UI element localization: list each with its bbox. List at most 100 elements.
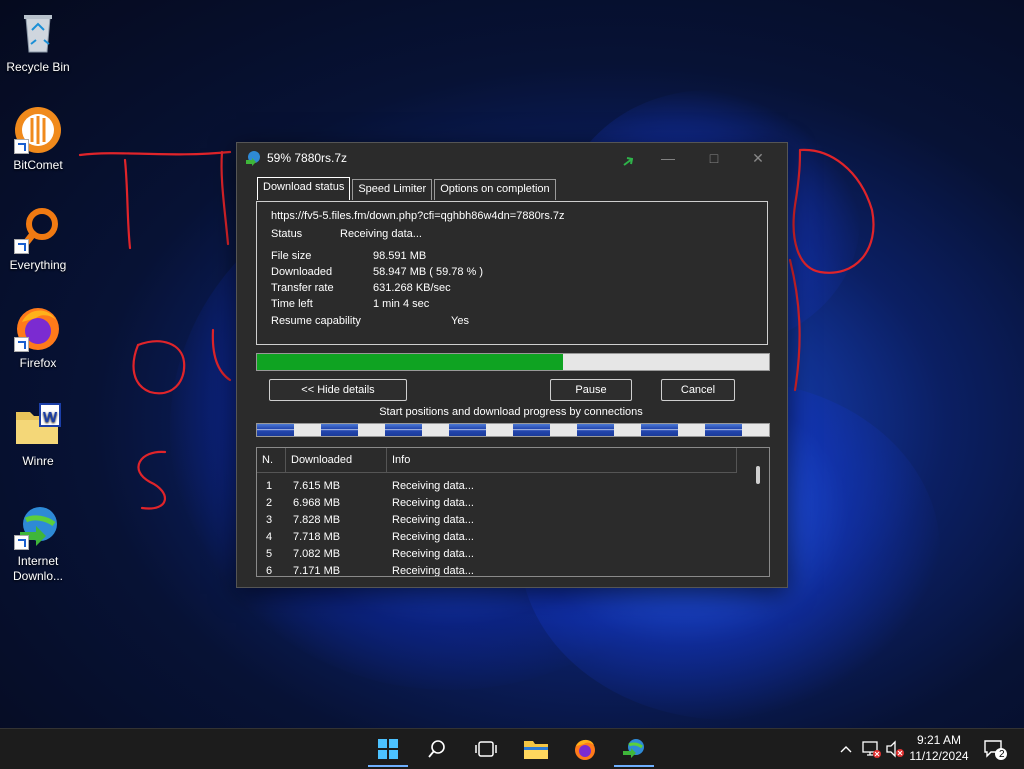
tab-options-on-completion[interactable]: Options on completion xyxy=(434,179,556,200)
clock-date: 11/12/2024 xyxy=(909,749,969,763)
info-key: Time left xyxy=(271,298,313,310)
shortcut-arrow-icon xyxy=(14,139,29,154)
desktop-icon-winre[interactable]: W Winre xyxy=(2,402,74,469)
firefox-icon xyxy=(14,304,62,352)
connection-segment xyxy=(576,424,615,436)
row-info: Receiving data... xyxy=(392,531,474,543)
volume-button[interactable] xyxy=(884,729,906,769)
table-row[interactable]: 3 7.828 MB Receiving data... xyxy=(257,512,737,529)
row-number: 3 xyxy=(266,514,273,526)
desktop-icon-firefox[interactable]: Firefox xyxy=(2,304,74,371)
table-row[interactable]: 1 7.615 MB Receiving data... xyxy=(257,478,737,495)
tab-bar: Download status Speed Limiter Options on… xyxy=(257,177,558,201)
tab-speed-limiter[interactable]: Speed Limiter xyxy=(352,179,433,200)
scrollbar-thumb[interactable] xyxy=(756,466,760,484)
connections-progress-bar xyxy=(256,423,770,437)
row-downloaded: 6.968 MB xyxy=(293,497,341,509)
volume-muted-icon xyxy=(886,740,904,758)
desktop-icon-internet-download-manager[interactable]: Internet Downlo... xyxy=(2,502,74,584)
download-progress-fill xyxy=(257,354,564,370)
taskbar-clock[interactable]: 9:21 AM 11/12/2024 xyxy=(904,732,974,764)
task-view-icon xyxy=(475,741,497,757)
row-info: Receiving data... xyxy=(392,565,474,577)
info-value: 1 min 4 sec xyxy=(373,298,430,310)
arrow-icon xyxy=(623,153,634,171)
connection-segment xyxy=(704,424,742,436)
folder-icon: W xyxy=(14,402,62,450)
connection-gap xyxy=(614,424,641,436)
recycle-bin-icon xyxy=(14,8,62,56)
desktop-icon-bitcomet[interactable]: BitComet xyxy=(2,106,74,173)
info-value: Yes xyxy=(451,315,469,327)
connection-gap xyxy=(358,424,385,436)
row-number: 2 xyxy=(266,497,273,509)
desktop-icon-label: Recycle Bin xyxy=(6,60,70,74)
pause-button[interactable]: Pause xyxy=(550,379,632,401)
desktop-icon-recycle-bin[interactable]: Recycle Bin xyxy=(2,8,74,75)
connection-segment xyxy=(384,424,423,436)
table-row[interactable]: 2 6.968 MB Receiving data... xyxy=(257,495,737,512)
table-row[interactable]: 5 7.082 MB Receiving data... xyxy=(257,546,737,563)
cancel-button[interactable]: Cancel xyxy=(661,379,735,401)
desktop-icon-everything[interactable]: Everything xyxy=(2,206,74,273)
row-info: Receiving data... xyxy=(392,548,474,560)
column-header-number[interactable]: N. xyxy=(257,448,286,472)
connections-list-header: N. Downloaded Info xyxy=(257,448,737,473)
maximize-button[interactable]: □ xyxy=(691,143,737,173)
file-explorer-icon xyxy=(524,741,548,759)
connection-segment xyxy=(512,424,551,436)
search-button[interactable] xyxy=(417,731,457,767)
search-icon xyxy=(428,740,445,758)
task-view-button[interactable] xyxy=(466,731,506,767)
row-info: Receiving data... xyxy=(392,514,474,526)
tab-download-status[interactable]: Download status xyxy=(257,177,351,200)
row-downloaded: 7.828 MB xyxy=(293,514,341,526)
info-value: 58.947 MB ( 59.78 % ) xyxy=(373,266,484,278)
window-titlebar[interactable]: 59% 7880rs.7z — □ ✕ xyxy=(237,143,787,173)
info-key: Downloaded xyxy=(271,266,333,278)
connections-label: Start positions and download progress by… xyxy=(379,406,643,418)
connection-gap xyxy=(486,424,513,436)
table-row[interactable]: 4 7.718 MB Receiving data... xyxy=(257,529,737,546)
minimize-button[interactable]: — xyxy=(645,143,691,173)
network-icon xyxy=(862,741,881,758)
internet-download-manager-icon xyxy=(245,150,261,166)
notification-count: 2 xyxy=(999,749,1005,760)
download-url: https://fv5-5.files.fm/down.php?cfi=qghb… xyxy=(271,210,565,222)
connection-segment xyxy=(320,424,359,436)
desktop-icon-label: BitComet xyxy=(13,158,63,172)
info-key: Resume capability xyxy=(271,315,361,327)
column-header-downloaded[interactable]: Downloaded xyxy=(286,448,387,472)
window-content: Download status Speed Limiter Options on… xyxy=(243,177,779,579)
chevron-up-icon xyxy=(840,746,852,753)
column-header-info[interactable]: Info xyxy=(387,448,737,472)
file-explorer-button[interactable] xyxy=(516,731,556,767)
hide-details-button[interactable]: << Hide details xyxy=(269,379,407,401)
info-key: File size xyxy=(271,250,312,262)
row-info: Receiving data... xyxy=(392,480,474,492)
row-number: 5 xyxy=(266,548,273,560)
connection-segment xyxy=(640,424,679,436)
connection-gap xyxy=(550,424,577,436)
row-number: 4 xyxy=(266,531,273,543)
show-hidden-icons-button[interactable] xyxy=(836,729,856,769)
row-number: 6 xyxy=(266,565,273,577)
start-button[interactable] xyxy=(368,731,408,767)
close-button[interactable]: ✕ xyxy=(735,143,781,173)
idm-taskbar-button[interactable] xyxy=(614,731,654,767)
internet-download-manager-icon xyxy=(623,739,644,758)
row-info: Receiving data... xyxy=(392,497,474,509)
shortcut-arrow-icon xyxy=(14,337,29,352)
desktop-icon-label: Firefox xyxy=(19,356,57,370)
download-progress-bar xyxy=(256,353,770,371)
network-button[interactable] xyxy=(860,729,882,769)
list-scrollbar[interactable] xyxy=(751,448,769,576)
desktop-icon-label: Everything xyxy=(9,258,67,272)
start-icon xyxy=(378,739,398,759)
notification-center-button[interactable]: 2 xyxy=(980,729,1010,769)
firefox-taskbar-button[interactable] xyxy=(565,731,605,767)
row-downloaded: 7.718 MB xyxy=(293,531,341,543)
table-row[interactable]: 6 7.171 MB Receiving data... xyxy=(257,563,737,577)
connection-gap xyxy=(422,424,449,436)
svg-text:W: W xyxy=(43,409,58,426)
